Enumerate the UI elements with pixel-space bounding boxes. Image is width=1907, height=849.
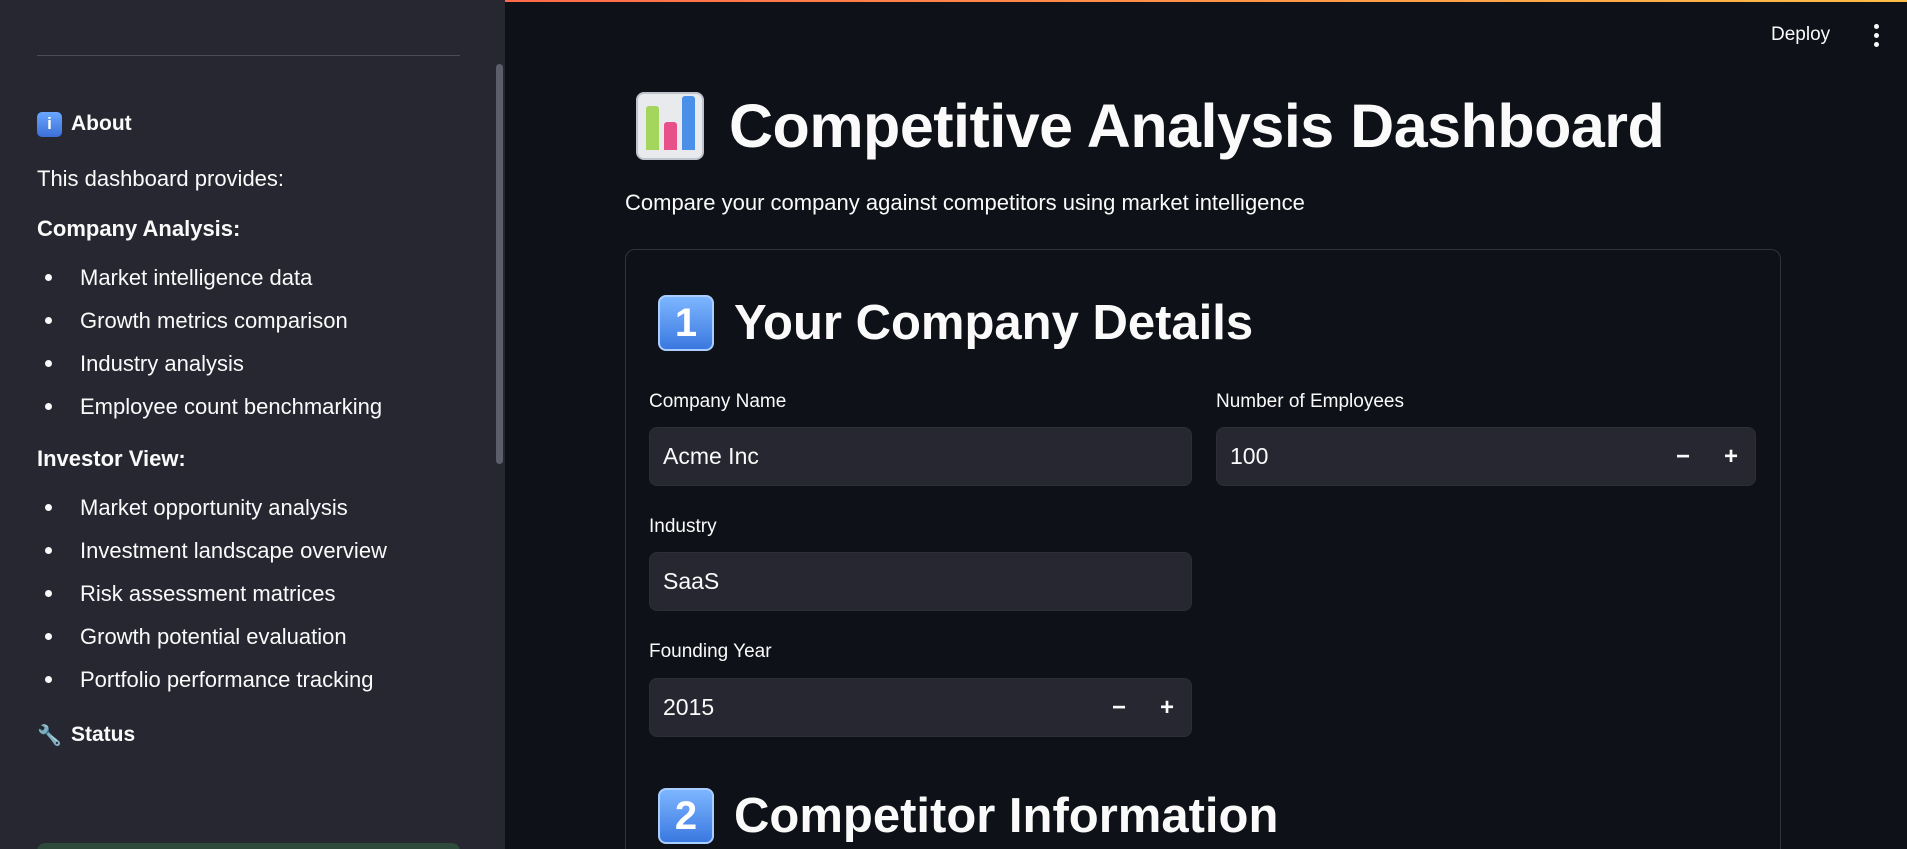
employees-label: Number of Employees xyxy=(1216,391,1404,412)
founding-year-value[interactable]: 2015 xyxy=(663,679,1095,736)
list-item: Investment landscape overview xyxy=(37,529,467,572)
list-item: Portfolio performance tracking xyxy=(37,658,467,701)
about-heading: i About xyxy=(37,106,467,142)
list-item: Growth metrics comparison xyxy=(37,299,467,342)
page-subtitle: Compare your company against competitors… xyxy=(625,190,1305,215)
founding-year-label: Founding Year xyxy=(649,641,772,662)
deploy-button[interactable]: Deploy xyxy=(1757,18,1844,52)
list-item: Risk assessment matrices xyxy=(37,572,467,615)
sidebar-scrollbar[interactable] xyxy=(496,64,503,464)
list-item: Industry analysis xyxy=(37,342,467,385)
company-name-input[interactable]: Acme Inc xyxy=(649,427,1192,486)
sidebar: i About This dashboard provides: Company… xyxy=(0,0,505,849)
increment-button[interactable]: + xyxy=(1143,679,1191,736)
investor-view-heading: Investor View: xyxy=(37,446,186,471)
industry-label: Industry xyxy=(649,516,717,537)
list-item: Employee count benchmarking xyxy=(37,385,467,428)
section-title: Competitor Information xyxy=(734,789,1279,843)
sidebar-divider xyxy=(37,55,460,56)
company-analysis-list: Market intelligence data Growth metrics … xyxy=(37,256,467,428)
keycap-two-icon: 2 xyxy=(658,788,714,844)
section-heading-competitors: 2 Competitor Information xyxy=(658,788,1278,844)
company-analysis-heading: Company Analysis: xyxy=(37,216,241,241)
about-title: About xyxy=(71,112,132,135)
employees-value[interactable]: 100 xyxy=(1230,428,1659,485)
status-box xyxy=(37,843,460,849)
company-name-label: Company Name xyxy=(649,391,787,412)
industry-input[interactable]: SaaS xyxy=(649,552,1192,611)
main-menu-icon[interactable] xyxy=(1866,20,1886,50)
status-title: Status xyxy=(71,723,136,746)
decrement-button[interactable]: − xyxy=(1659,428,1707,485)
section-title: Your Company Details xyxy=(734,296,1254,350)
decrement-button[interactable]: − xyxy=(1095,679,1143,736)
info-icon: i xyxy=(37,111,62,137)
page-title: Competitive Analysis Dashboard xyxy=(636,86,1665,166)
company-form-card: 1 Your Company Details Company Name Acme… xyxy=(625,249,1781,849)
investor-view-list: Market opportunity analysis Investment l… xyxy=(37,486,467,701)
page-title-text: Competitive Analysis Dashboard xyxy=(729,92,1665,160)
section-heading-company: 1 Your Company Details xyxy=(658,295,1253,351)
about-intro: This dashboard provides: xyxy=(37,166,285,191)
wrench-icon: 🔧 xyxy=(37,724,62,747)
bar-chart-icon xyxy=(636,92,704,160)
sidebar-content: i About This dashboard provides: Company… xyxy=(37,106,467,753)
list-item: Market intelligence data xyxy=(37,256,467,299)
list-item: Market opportunity analysis xyxy=(37,486,467,529)
founding-year-stepper[interactable]: 2015 − + xyxy=(649,678,1192,737)
status-heading: 🔧 Status xyxy=(37,717,467,753)
employees-stepper[interactable]: 100 − + xyxy=(1216,427,1756,486)
list-item: Growth potential evaluation xyxy=(37,615,467,658)
increment-button[interactable]: + xyxy=(1707,428,1755,485)
keycap-one-icon: 1 xyxy=(658,295,714,351)
